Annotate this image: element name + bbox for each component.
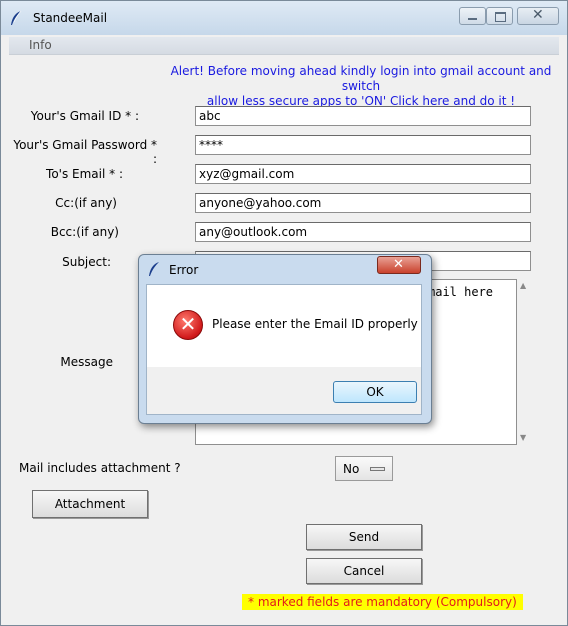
maximize-button[interactable] [486,7,513,25]
feather-icon [149,262,159,276]
gmail-password-label: Your's Gmail Password * : [13,138,157,166]
close-button[interactable]: ✕ [517,7,559,25]
mandatory-note: * marked fields are mandatory (Compulsor… [242,594,523,610]
attachment-option-menu[interactable]: No [335,456,393,481]
message-label: Message [60,355,113,369]
cc-label: Cc:(if any) [55,196,117,210]
attachment-button[interactable]: Attachment [32,490,148,518]
window-title: StandeeMail [33,11,108,25]
alert-line-1: Alert! Before moving ahead kindly login … [170,64,552,93]
dialog-message: Please enter the Email ID properly [212,317,418,331]
to-email-input[interactable]: xyz@gmail.com [195,164,531,184]
message-scrollbar[interactable]: ▲ ▼ [517,279,532,445]
maximize-icon [495,12,506,22]
scroll-up-icon[interactable]: ▲ [520,281,526,290]
feather-icon [11,10,22,25]
menu-item-info[interactable]: Info [29,38,52,52]
scroll-down-icon[interactable]: ▼ [520,433,526,442]
error-dialog: Error ✕ ✕ Please enter the Email ID prop… [138,254,432,424]
subject-label: Subject: [62,255,111,269]
dialog-title: Error [169,263,199,277]
gmail-id-input[interactable]: abc [195,106,531,126]
message-visible-text: mail here [428,285,494,299]
gmail-password-input[interactable]: **** [195,135,531,155]
dialog-content: ✕ Please enter the Email ID properly [147,285,421,367]
close-icon: ✕ [532,7,544,23]
send-button[interactable]: Send [306,524,422,550]
bcc-input[interactable]: any@outlook.com [195,222,531,242]
bcc-label: Bcc:(if any) [50,225,119,239]
menu-bar: Info [9,37,559,55]
attachment-option-value: No [343,462,360,476]
option-indicator-icon [370,467,385,471]
minimize-button[interactable] [459,7,486,25]
to-email-label: To's Email * : [46,167,123,181]
minimize-icon [468,18,477,20]
dialog-close-button[interactable]: ✕ [377,256,421,274]
close-icon: ✕ [393,257,404,272]
cancel-button[interactable]: Cancel [306,558,422,584]
error-icon: ✕ [173,310,203,340]
title-bar[interactable]: StandeeMail ✕ [1,1,567,35]
dialog-body: ✕ Please enter the Email ID properly OK [146,284,422,415]
alert-link[interactable]: Alert! Before moving ahead kindly login … [161,64,561,109]
ok-button[interactable]: OK [333,381,417,403]
attachment-question-label: Mail includes attachment ? [19,461,181,475]
gmail-id-label: Your's Gmail ID * : [30,109,139,123]
cc-input[interactable]: anyone@yahoo.com [195,193,531,213]
